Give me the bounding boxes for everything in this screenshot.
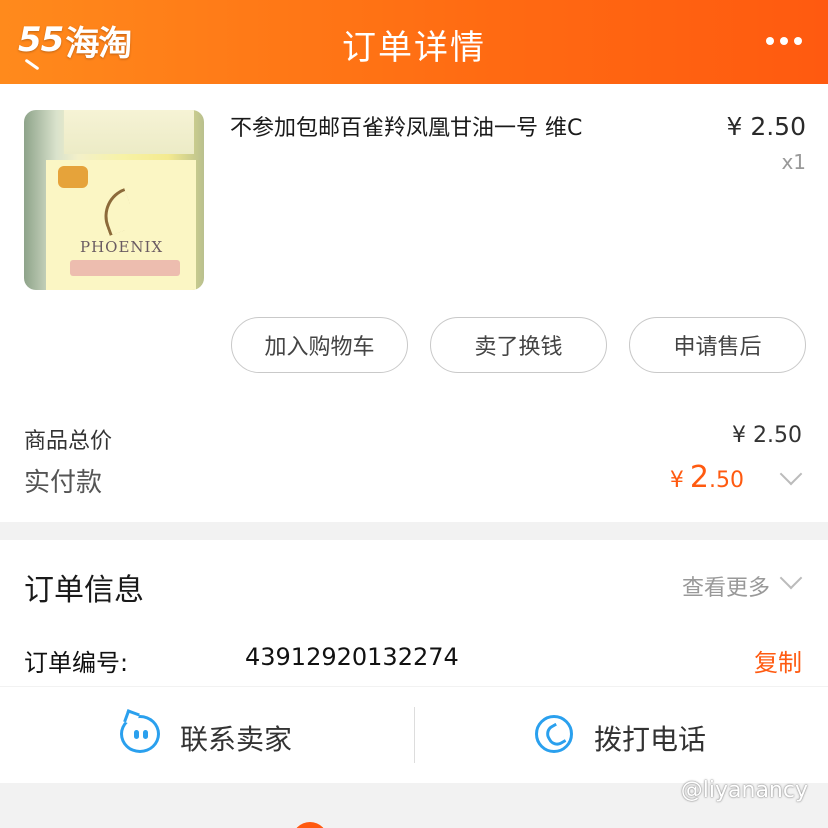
bottle-chinese-label-shape [70,260,180,276]
order-number-value: 43912920132274 [245,643,459,671]
product-quantity: x1 [781,150,806,174]
paid-amount-label: 实付款 [24,468,103,498]
paid-decimal: .50 [709,468,744,493]
paid-currency: ¥ [669,468,684,493]
copy-button[interactable]: 复制 [754,643,802,678]
total-price-label: 商品总价 [24,429,113,454]
paid-amount-value: ¥ 2 .50 [670,460,744,495]
divider [414,707,415,763]
chat-icon[interactable] [120,715,160,753]
phone-icon[interactable] [535,715,573,753]
app-header: 55 海淘 订单详情 [0,0,828,84]
view-more-link[interactable]: 查看更多 [682,570,770,602]
product-price: ¥ 2.50 [726,112,806,141]
order-number-label: 订单编号: [24,649,129,677]
after-sale-button[interactable]: 申请售后 [629,317,806,373]
bottle-brand-text: PHOENIX [80,238,164,256]
watermark: @liyanancy [680,778,808,803]
contact-seller-button[interactable]: 联系卖家 [180,718,292,758]
paid-integer: 2 [689,460,709,495]
more-options-icon[interactable] [766,36,802,46]
product-thumbnail[interactable]: PHOENIX [24,110,204,290]
add-to-cart-button[interactable]: 加入购物车 [231,317,408,373]
floating-action-dot[interactable] [292,822,328,828]
order-info-title: 订单信息 [24,573,144,608]
bottle-badge-shape [58,166,88,188]
bottle-cap-shape [64,110,194,154]
sell-button[interactable]: 卖了换钱 [430,317,607,373]
product-name[interactable]: 不参加包邮百雀羚凤凰甘油一号 维C [230,110,582,142]
total-price-value: ¥ 2.50 [732,423,802,448]
page-title: 订单详情 [342,28,486,68]
call-phone-button[interactable]: 拨打电话 [594,718,706,758]
